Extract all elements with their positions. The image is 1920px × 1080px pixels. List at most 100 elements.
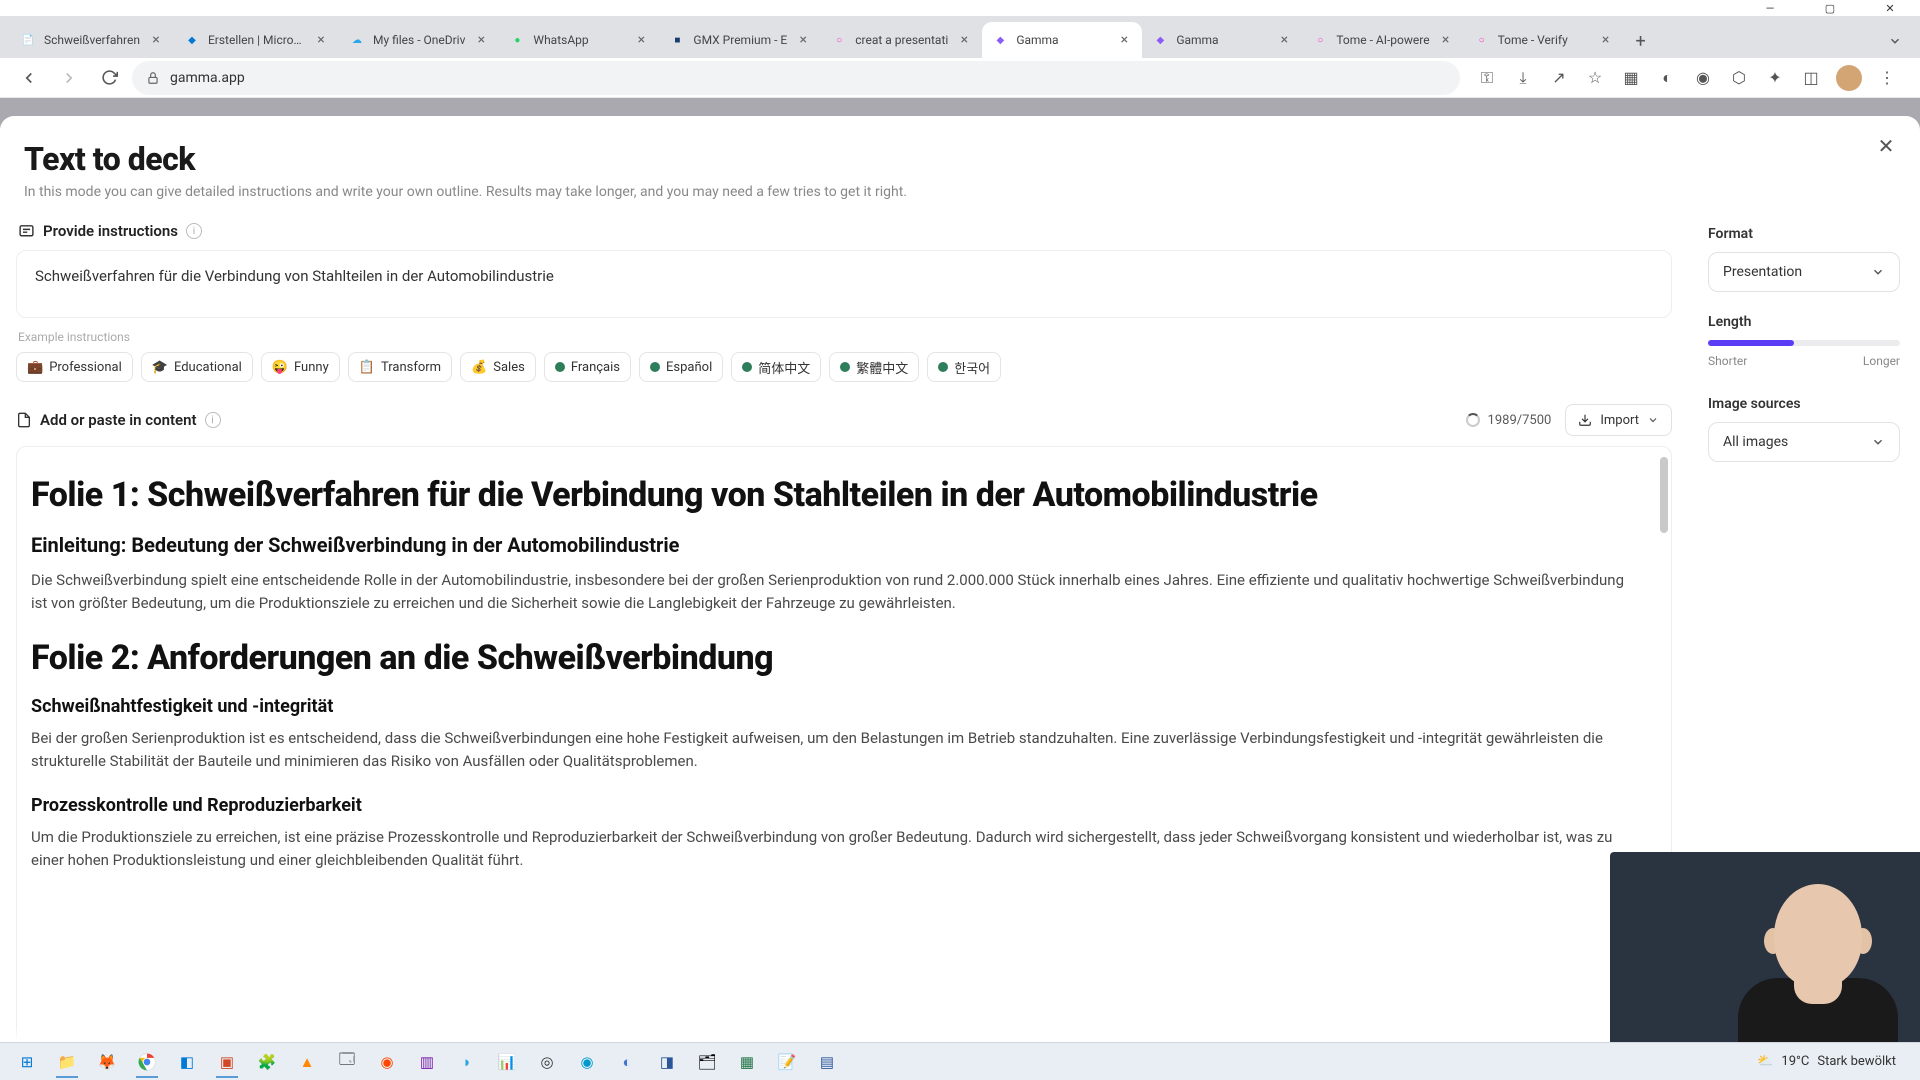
tb-excel[interactable]: ▦ [730,1047,764,1077]
browser-tab[interactable]: ○ Tome - Verify × [1464,22,1624,58]
tab-close-button[interactable]: × [1598,32,1614,48]
tab-favicon: ○ [831,32,847,48]
tab-close-button[interactable]: × [313,32,329,48]
install-icon[interactable]: ⤓ [1512,67,1534,89]
tb-firefox[interactable]: 🦊 [90,1047,124,1077]
example-chip[interactable]: Français [544,352,631,382]
length-slider[interactable] [1708,340,1900,346]
webcam-overlay[interactable] [1610,852,1920,1042]
image-sources-select[interactable]: All images [1708,422,1900,462]
browser-tab[interactable]: ◆ Gamma × [982,22,1142,58]
tb-vlc[interactable]: ▲ [290,1047,324,1077]
ext4-icon[interactable]: ⬡ [1728,67,1750,89]
omnibox-url: gamma.app [170,70,245,86]
browser-tab[interactable]: ◆ Gamma × [1142,22,1302,58]
tab-close-button[interactable]: × [148,32,164,48]
chip-label: 한국어 [954,358,990,377]
ext3-icon[interactable]: ◉ [1692,67,1714,89]
app-surface: ✕ Text to deck In this mode you can give… [0,98,1920,1080]
tab-favicon: ◆ [184,32,200,48]
tab-close-button[interactable]: × [633,32,649,48]
tab-close-button[interactable]: × [1116,32,1132,48]
nav-forward-button[interactable] [52,61,86,95]
example-chip[interactable]: 😜Funny [261,352,340,382]
window-maximize-button[interactable]: ▢ [1800,0,1860,16]
browser-tab[interactable]: ☁ My files - OneDriv × [339,22,499,58]
info-icon[interactable]: i [205,412,221,428]
sidepanel-icon[interactable]: ◫ [1800,67,1822,89]
tab-close-button[interactable]: × [956,32,972,48]
tb-telegram[interactable]: ◗ [450,1047,484,1077]
editor-p: Die Schweißverbindung spielt eine entsch… [31,569,1639,616]
extensions-icon[interactable]: ✦ [1764,67,1786,89]
example-chip[interactable]: 简体中文 [731,352,821,382]
instruction-input[interactable]: Schweißverfahren für die Verbindung von … [16,250,1672,318]
browser-tab[interactable]: ■ GMX Premium - E × [659,22,821,58]
tb-app2[interactable]: 🗔 [330,1047,364,1077]
example-chip[interactable]: 💰Sales [460,352,536,382]
new-tab-button[interactable]: + [1624,24,1658,58]
tb-app6[interactable]: ◐ [610,1047,644,1077]
tb-weather[interactable]: ⛅ 19°C Stark bewölkt [1743,1054,1910,1069]
ext1-icon[interactable]: ▦ [1620,67,1642,89]
share-icon[interactable]: ↗ [1548,67,1570,89]
tb-onenote[interactable]: ▥ [410,1047,444,1077]
content-editor[interactable]: Folie 1: Schweißverfahren für die Verbin… [16,446,1672,1080]
nav-reload-button[interactable] [92,61,126,95]
tb-powerpoint[interactable]: ▣ [210,1047,244,1077]
nav-back-button[interactable] [12,61,46,95]
tb-chrome[interactable] [130,1047,164,1077]
provide-instructions-label: Provide instructions i [16,214,1672,250]
tab-dropdown-button[interactable] [1878,24,1912,58]
tb-app8[interactable]: 🗂 [690,1047,724,1077]
menu-icon[interactable]: ⋮ [1876,67,1898,89]
start-button[interactable]: ⊞ [10,1047,44,1077]
tb-app3[interactable]: ◉ [370,1047,404,1077]
example-chip[interactable]: 🎓Educational [141,352,253,382]
editor-h3: Schweißnahtfestigkeit und -integrität [31,696,1639,717]
chevron-down-icon [1871,435,1885,449]
tab-close-button[interactable]: × [1438,32,1454,48]
char-counter: 1989/7500 [1466,413,1552,428]
example-chip[interactable]: 💼Professional [16,352,133,382]
tab-close-button[interactable]: × [473,32,489,48]
browser-tab[interactable]: 📄 Schweißverfahren × [10,22,174,58]
example-chip[interactable]: 한국어 [927,352,1001,382]
browser-tab[interactable]: ● WhatsApp × [499,22,659,58]
tb-obs[interactable]: ◎ [530,1047,564,1077]
bookmark-icon[interactable]: ☆ [1584,67,1606,89]
tb-notepad[interactable]: 📝 [770,1047,804,1077]
ext2-icon[interactable]: ◐ [1656,67,1678,89]
editor-scrollbar[interactable] [1660,457,1668,533]
window-minimize-button[interactable]: — [1740,0,1800,16]
tab-close-button[interactable]: × [1276,32,1292,48]
info-icon[interactable]: i [186,223,202,239]
tb-app4[interactable]: 📊 [490,1047,524,1077]
window-titlebar: — ▢ ✕ [0,0,1920,16]
tb-app1[interactable]: 🧩 [250,1047,284,1077]
browser-tab[interactable]: ◆ Erstellen | Microso × [174,22,339,58]
format-select[interactable]: Presentation [1708,252,1900,292]
example-chip[interactable]: 📋Transform [348,352,452,382]
omnibox[interactable]: gamma.app [132,61,1460,95]
modal-close-button[interactable]: ✕ [1870,130,1902,162]
tb-word[interactable]: ▤ [810,1047,844,1077]
tb-outlook[interactable]: ◧ [170,1047,204,1077]
tb-explorer[interactable]: 📁 [50,1047,84,1077]
tb-app7[interactable]: ◨ [650,1047,684,1077]
browser-tab[interactable]: ○ creat a presentati × [821,22,982,58]
import-button[interactable]: Import [1565,404,1672,436]
editor-p: Bei der großen Serienproduktion ist es e… [31,727,1639,774]
format-label: Format [1708,226,1900,242]
profile-avatar[interactable] [1836,65,1862,91]
example-chip[interactable]: Español [639,352,723,382]
tb-app5[interactable]: ◉ [570,1047,604,1077]
key-icon[interactable]: ⚿ [1476,67,1498,89]
tab-title: Gamma [1016,33,1108,47]
browser-tab[interactable]: ○ Tome - AI-powere × [1302,22,1463,58]
tab-favicon: ○ [1474,32,1490,48]
window-close-button[interactable]: ✕ [1860,0,1920,16]
example-chip[interactable]: 繁體中文 [829,352,919,382]
tab-title: Tome - Verify [1498,33,1590,47]
tab-close-button[interactable]: × [795,32,811,48]
